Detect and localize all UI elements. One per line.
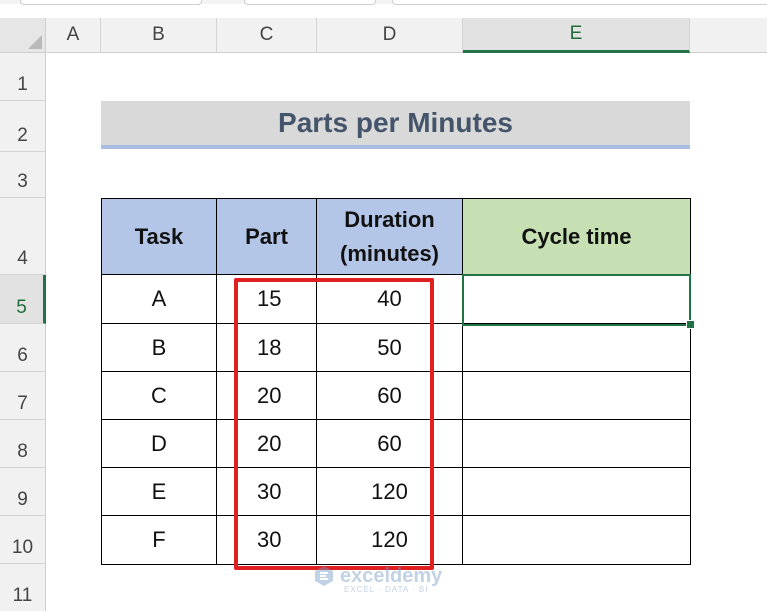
watermark-tagline: EXCEL · DATA · BI <box>344 585 429 594</box>
active-cell-selection[interactable] <box>462 274 691 326</box>
cell-cycle-time[interactable] <box>463 420 691 468</box>
header-cycle-time[interactable]: Cycle time <box>463 199 691 275</box>
formula-bar[interactable] <box>392 0 767 5</box>
cell-cycle-time[interactable] <box>463 468 691 516</box>
row-header-9[interactable]: 9 <box>0 468 46 516</box>
highlight-box <box>234 278 434 570</box>
cell-cycle-time[interactable] <box>463 516 691 565</box>
row-header-7[interactable]: 7 <box>0 372 46 420</box>
row-header-1[interactable]: 1 <box>0 53 46 101</box>
fill-handle[interactable] <box>686 320 695 329</box>
column-header-e[interactable]: E <box>463 18 690 53</box>
cell-task[interactable]: C <box>102 372 217 420</box>
name-box[interactable] <box>20 0 202 5</box>
row-header-5[interactable]: 5 <box>0 275 46 324</box>
toolbar-edge <box>0 0 767 5</box>
cell-task[interactable]: B <box>102 324 217 372</box>
exceldemy-logo-icon <box>315 566 333 586</box>
column-header-b[interactable]: B <box>101 18 217 53</box>
select-all-button[interactable] <box>0 18 46 53</box>
cell-task[interactable]: E <box>102 468 217 516</box>
row-header-6[interactable]: 6 <box>0 324 46 372</box>
cell-cycle-time[interactable] <box>463 372 691 420</box>
cell-task[interactable]: A <box>102 275 217 324</box>
row-header-3[interactable]: 3 <box>0 152 46 198</box>
row-header-11[interactable]: 11 <box>0 564 46 611</box>
formula-controls[interactable] <box>244 0 376 5</box>
header-duration[interactable]: Duration (minutes) <box>317 199 463 275</box>
column-header-c[interactable]: C <box>217 18 317 53</box>
column-header-a[interactable]: A <box>46 18 101 53</box>
watermark: exceldemy EXCEL · DATA · BI <box>312 564 443 594</box>
column-header-d[interactable]: D <box>317 18 463 53</box>
cell-task[interactable]: F <box>102 516 217 565</box>
row-header-8[interactable]: 8 <box>0 420 46 468</box>
select-all-triangle-icon <box>28 35 42 49</box>
header-task[interactable]: Task <box>102 199 217 275</box>
header-duration-line2: (minutes) <box>340 240 439 266</box>
cell-task[interactable]: D <box>102 420 217 468</box>
row-header-10[interactable]: 10 <box>0 516 46 564</box>
cell-cycle-time[interactable] <box>463 324 691 372</box>
header-duration-line1: Duration <box>344 206 435 232</box>
sheet-title[interactable]: Parts per Minutes <box>101 101 690 149</box>
column-header-f-partial[interactable] <box>690 18 767 53</box>
row-header-4[interactable]: 4 <box>0 198 46 275</box>
row-header-2[interactable]: 2 <box>0 101 46 152</box>
header-part[interactable]: Part <box>217 199 317 275</box>
watermark-brand: exceldemy <box>340 565 443 587</box>
